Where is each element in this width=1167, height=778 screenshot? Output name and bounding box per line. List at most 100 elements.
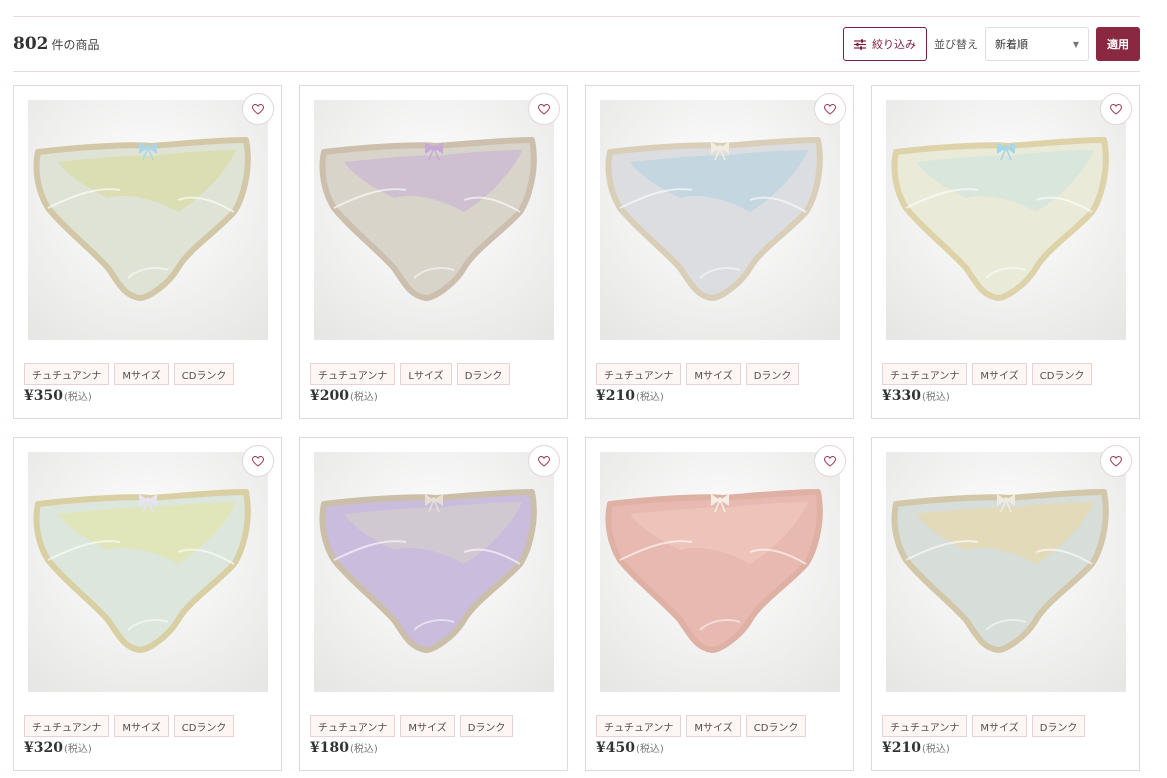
heart-icon xyxy=(1109,100,1123,119)
product-tag: CDランク xyxy=(745,715,807,737)
favorite-button[interactable] xyxy=(528,93,560,125)
price-amount: ¥320 xyxy=(24,740,63,756)
sort-select-value: 新着順 xyxy=(995,38,1028,51)
favorite-button[interactable] xyxy=(814,445,846,477)
chevron-down-icon: ▼ xyxy=(1072,40,1079,49)
product-image[interactable] xyxy=(314,100,554,340)
product-tag: チュチュアンナ xyxy=(310,715,396,737)
product-tag: Mサイズ xyxy=(686,715,741,737)
product-tags: チュチュアンナ Mサイズ CDランク xyxy=(24,715,235,737)
price-tax-note: (税込) xyxy=(349,744,378,755)
price-tax-note: (税込) xyxy=(349,392,378,403)
product-price: ¥320 (税込) xyxy=(24,740,92,756)
product-card[interactable]: チュチュアンナ Mサイズ CDランク ¥450 (税込) xyxy=(585,437,854,771)
product-tags: チュチュアンナ Lサイズ Dランク xyxy=(310,363,511,385)
product-tag: チュチュアンナ xyxy=(596,715,682,737)
product-image[interactable] xyxy=(886,452,1126,692)
price-tax-note: (税込) xyxy=(921,392,950,403)
result-count-unit: 件の商品 xyxy=(51,38,100,52)
price-tax-note: (税込) xyxy=(63,392,92,403)
product-tag: CDランク xyxy=(173,363,235,385)
result-count: 802 件の商品 xyxy=(13,34,100,54)
product-tag: Mサイズ xyxy=(400,715,455,737)
price-tax-note: (税込) xyxy=(635,744,664,755)
product-tags: チュチュアンナ Mサイズ Dランク xyxy=(310,715,514,737)
product-tag: チュチュアンナ xyxy=(596,363,682,385)
apply-button[interactable]: 適用 xyxy=(1096,27,1140,61)
price-amount: ¥210 xyxy=(882,740,921,756)
product-tag: CDランク xyxy=(1031,363,1093,385)
toolbar-divider xyxy=(13,71,1140,72)
sort-label: 並び替え xyxy=(934,38,978,51)
product-tag: Dランク xyxy=(456,363,511,385)
product-tags: チュチュアンナ Mサイズ Dランク xyxy=(596,363,800,385)
price-tax-note: (税込) xyxy=(63,744,92,755)
favorite-button[interactable] xyxy=(1100,445,1132,477)
product-price: ¥180 (税込) xyxy=(310,740,378,756)
product-tags: チュチュアンナ Mサイズ CDランク xyxy=(882,363,1093,385)
price-amount: ¥350 xyxy=(24,388,63,404)
results-toolbar: 802 件の商品 絞り込み 並び替え 新着順 ▼ 適用 xyxy=(13,27,1140,61)
top-divider xyxy=(13,16,1140,17)
product-card[interactable]: チュチュアンナ Mサイズ Dランク ¥180 (税込) xyxy=(299,437,568,771)
product-card[interactable]: チュチュアンナ Mサイズ Dランク ¥210 (税込) xyxy=(871,437,1140,771)
heart-icon xyxy=(1109,452,1123,471)
price-tax-note: (税込) xyxy=(635,392,664,403)
product-price: ¥210 (税込) xyxy=(596,388,664,404)
price-amount: ¥450 xyxy=(596,740,635,756)
price-amount: ¥180 xyxy=(310,740,349,756)
product-tag: Dランク xyxy=(1031,715,1086,737)
product-card[interactable]: チュチュアンナ Lサイズ Dランク ¥200 (税込) xyxy=(299,85,568,419)
product-price: ¥330 (税込) xyxy=(882,388,950,404)
product-image[interactable] xyxy=(600,100,840,340)
product-tag: Mサイズ xyxy=(686,363,741,385)
product-tag: Mサイズ xyxy=(114,363,169,385)
product-tags: チュチュアンナ Mサイズ CDランク xyxy=(24,363,235,385)
product-image[interactable] xyxy=(314,452,554,692)
product-price: ¥200 (税込) xyxy=(310,388,378,404)
price-tax-note: (税込) xyxy=(921,744,950,755)
filter-button-label: 絞り込み xyxy=(872,38,916,51)
product-image[interactable] xyxy=(28,100,268,340)
product-tag: CDランク xyxy=(173,715,235,737)
result-count-number: 802 xyxy=(13,34,49,54)
heart-icon xyxy=(823,100,837,119)
heart-icon xyxy=(251,452,265,471)
product-card[interactable]: チュチュアンナ Mサイズ Dランク ¥210 (税込) xyxy=(585,85,854,419)
heart-icon xyxy=(537,100,551,119)
product-tag: チュチュアンナ xyxy=(882,363,968,385)
favorite-button[interactable] xyxy=(814,93,846,125)
product-tags: チュチュアンナ Mサイズ Dランク xyxy=(882,715,1086,737)
product-tag: Lサイズ xyxy=(400,363,452,385)
product-tag: チュチュアンナ xyxy=(310,363,396,385)
product-tag: Mサイズ xyxy=(972,363,1027,385)
product-tag: Dランク xyxy=(459,715,514,737)
product-price: ¥210 (税込) xyxy=(882,740,950,756)
favorite-button[interactable] xyxy=(242,445,274,477)
product-image[interactable] xyxy=(886,100,1126,340)
favorite-button[interactable] xyxy=(242,93,274,125)
favorite-button[interactable] xyxy=(1100,93,1132,125)
price-amount: ¥210 xyxy=(596,388,635,404)
product-card[interactable]: チュチュアンナ Mサイズ CDランク ¥350 (税込) xyxy=(13,85,282,419)
heart-icon xyxy=(823,452,837,471)
product-tag: チュチュアンナ xyxy=(882,715,968,737)
price-amount: ¥330 xyxy=(882,388,921,404)
heart-icon xyxy=(537,452,551,471)
sliders-icon xyxy=(854,38,866,50)
product-image[interactable] xyxy=(600,452,840,692)
product-tags: チュチュアンナ Mサイズ CDランク xyxy=(596,715,807,737)
filter-button[interactable]: 絞り込み xyxy=(843,27,927,61)
favorite-button[interactable] xyxy=(528,445,560,477)
product-grid: チュチュアンナ Mサイズ CDランク ¥350 (税込) チュチュアンナ Lサイズ Dランク… xyxy=(13,85,1140,771)
product-tag: チュチュアンナ xyxy=(24,715,110,737)
product-tag: チュチュアンナ xyxy=(24,363,110,385)
product-card[interactable]: チュチュアンナ Mサイズ CDランク ¥330 (税込) xyxy=(871,85,1140,419)
product-card[interactable]: チュチュアンナ Mサイズ CDランク ¥320 (税込) xyxy=(13,437,282,771)
product-image[interactable] xyxy=(28,452,268,692)
heart-icon xyxy=(251,100,265,119)
product-price: ¥450 (税込) xyxy=(596,740,664,756)
product-tag: Dランク xyxy=(745,363,800,385)
product-tag: Mサイズ xyxy=(114,715,169,737)
sort-select[interactable]: 新着順 ▼ xyxy=(985,27,1089,61)
